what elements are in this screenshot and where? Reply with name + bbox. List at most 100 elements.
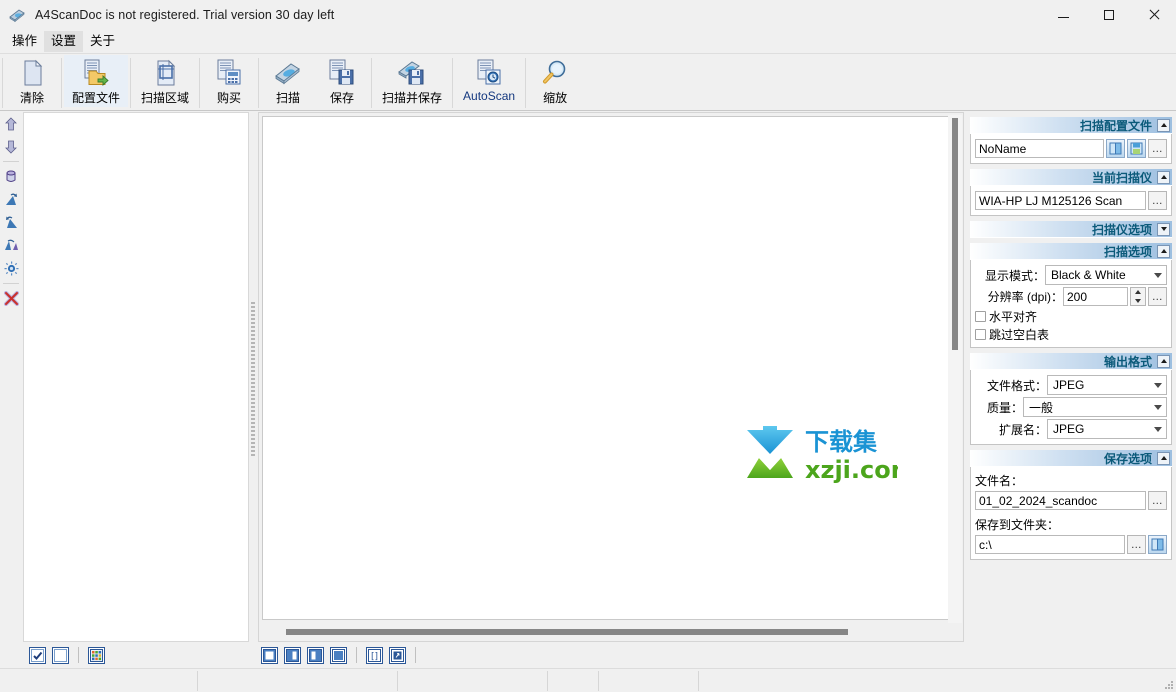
toolbar-separator <box>258 58 260 108</box>
output-format-header[interactable]: 输出格式 <box>970 353 1172 370</box>
collapse-toggle-button[interactable] <box>1157 354 1170 368</box>
scanner-options-group: 扫描仪选项 <box>970 221 1172 238</box>
toolbar-scan-and-save[interactable]: 扫描并保存 <box>374 55 450 107</box>
move-up-button[interactable] <box>0 112 22 135</box>
horizontal-align-checkbox-row[interactable]: 水平对齐 <box>975 308 1167 325</box>
collapse-toggle-button[interactable] <box>1157 451 1170 465</box>
select-all-button[interactable] <box>29 646 46 664</box>
view-split-right-button[interactable] <box>307 646 324 664</box>
strip-separator <box>3 283 19 284</box>
save-options-group: 保存选项 文件名： 01_02_2024_scandoc … 保存到文件夹： c… <box>970 450 1172 560</box>
rotate-left-button[interactable] <box>0 188 22 211</box>
save-document-icon <box>326 58 358 88</box>
skip-blank-checkbox[interactable] <box>975 329 986 340</box>
profile-name-input[interactable]: NoName <box>975 139 1104 158</box>
file-format-value: JPEG <box>1053 378 1085 392</box>
autoscan-icon <box>473 58 505 88</box>
skip-blank-checkbox-row[interactable]: 跳过空白表 <box>975 326 1167 343</box>
minimize-button[interactable] <box>1041 0 1086 29</box>
scanner-more-button[interactable]: … <box>1148 191 1167 210</box>
menu-settings[interactable]: 设置 <box>44 30 84 52</box>
strip-separator <box>3 161 19 162</box>
menu-operation[interactable]: 操作 <box>5 31 44 52</box>
scan-options-header[interactable]: 扫描选项 <box>970 243 1172 260</box>
current-scanner-header[interactable]: 当前扫描仪 <box>970 169 1172 186</box>
toolbar-zoom[interactable]: 缩放 <box>528 55 582 107</box>
canvas-vertical-scrollbar[interactable] <box>948 115 962 623</box>
open-folder-icon[interactable] <box>1148 535 1167 554</box>
preview-canvas[interactable]: 下载集 xzji.com <box>258 112 964 642</box>
folder-input[interactable]: c:\ <box>975 535 1125 554</box>
file-format-select[interactable]: JPEG <box>1047 375 1167 395</box>
quality-select[interactable]: 一般 <box>1023 397 1167 417</box>
resolution-stepper[interactable] <box>1130 287 1146 306</box>
panel-splitter[interactable] <box>249 112 258 642</box>
toolbar-profile[interactable]: 配置文件 <box>64 55 129 107</box>
canvas-horizontal-scroll-thumb[interactable] <box>286 629 848 635</box>
rotate-right-button[interactable] <box>0 211 22 234</box>
collapse-toggle-button[interactable] <box>1157 222 1170 236</box>
resolution-label: 分辨率 (dpi)： <box>987 290 1063 304</box>
filename-more-button[interactable]: … <box>1148 491 1167 510</box>
resolution-more-button[interactable]: … <box>1148 287 1167 306</box>
extension-select[interactable]: JPEG <box>1047 419 1167 439</box>
skip-blank-label: 跳过空白表 <box>989 328 1050 342</box>
file-format-label: 文件格式： <box>986 378 1047 393</box>
toolbar-separator <box>525 58 527 108</box>
save-options-title: 保存选项 <box>1103 451 1152 466</box>
toolbar-scan-area-label: 扫描区域 <box>141 91 190 105</box>
resolution-input[interactable]: 200 <box>1063 287 1128 306</box>
rotate-button[interactable] <box>0 165 22 188</box>
open-profile-icon[interactable] <box>1106 139 1125 158</box>
view-fit-height-button[interactable] <box>389 646 406 664</box>
thumbnail-panel[interactable] <box>23 112 249 642</box>
title-bar: A4ScanDoc is not registered. Trial versi… <box>0 0 1176 29</box>
folder-more-button[interactable]: … <box>1127 535 1146 554</box>
collapse-toggle-button[interactable] <box>1157 170 1170 184</box>
canvas-horizontal-scrollbar[interactable] <box>261 624 951 640</box>
thumbnail-view-button[interactable] <box>88 646 105 664</box>
toolbar-save[interactable]: 保存 <box>315 55 369 107</box>
collapse-toggle-button[interactable] <box>1157 118 1170 132</box>
save-profile-icon[interactable] <box>1127 139 1146 158</box>
horizontal-align-checkbox[interactable] <box>975 311 986 322</box>
quality-label: 质量： <box>986 400 1023 415</box>
bottom-separator <box>78 647 79 663</box>
toolbar-autoscan[interactable]: AutoScan <box>455 55 523 107</box>
menu-about[interactable]: 关于 <box>83 31 122 52</box>
current-scanner-body: WIA-HP LJ M125126 Scan … <box>970 186 1172 216</box>
view-full-button[interactable] <box>330 646 347 664</box>
scanner-name-input[interactable]: WIA-HP LJ M125126 Scan <box>975 191 1146 210</box>
view-fit-width-button[interactable]: [] <box>366 646 383 664</box>
canvas-vertical-scroll-thumb[interactable] <box>952 118 958 350</box>
flip-button[interactable] <box>0 234 22 257</box>
scan-profile-header[interactable]: 扫描配置文件 <box>970 117 1172 134</box>
delete-button[interactable] <box>0 287 22 310</box>
deselect-all-button[interactable] <box>52 646 69 664</box>
resize-grip[interactable] <box>1162 678 1174 690</box>
toolbar-scan-and-save-label: 扫描并保存 <box>382 91 443 105</box>
brightness-button[interactable] <box>0 257 22 280</box>
scan-page-preview[interactable]: 下载集 xzji.com <box>262 116 949 620</box>
toolbar-scan-area[interactable]: 扫描区域 <box>133 55 197 107</box>
toolbar-clear[interactable]: 清除 <box>5 55 59 107</box>
toolbar-buy[interactable]: 购买 <box>202 55 256 107</box>
toolbar-scan[interactable]: 扫描 <box>261 55 315 107</box>
move-down-button[interactable] <box>0 135 22 158</box>
view-mode-controls: [] <box>258 642 422 668</box>
current-scanner-group: 当前扫描仪 WIA-HP LJ M125126 Scan … <box>970 169 1172 216</box>
status-cell <box>197 671 397 691</box>
toolbar-separator <box>199 58 201 108</box>
splitter-grip[interactable] <box>251 302 255 457</box>
display-mode-select[interactable]: Black & White <box>1045 265 1167 285</box>
profile-more-button[interactable]: … <box>1148 139 1167 158</box>
scanner-options-header[interactable]: 扫描仪选项 <box>970 221 1172 238</box>
close-button[interactable] <box>1131 0 1176 29</box>
collapse-toggle-button[interactable] <box>1157 244 1170 258</box>
filename-input[interactable]: 01_02_2024_scandoc <box>975 491 1146 510</box>
view-fit-page-button[interactable] <box>261 646 278 664</box>
save-options-header[interactable]: 保存选项 <box>970 450 1172 467</box>
maximize-button[interactable] <box>1086 0 1131 29</box>
output-format-body: 文件格式： JPEG 质量： 一般 扩展名： JPEG <box>970 370 1172 445</box>
view-split-left-button[interactable] <box>284 646 301 664</box>
